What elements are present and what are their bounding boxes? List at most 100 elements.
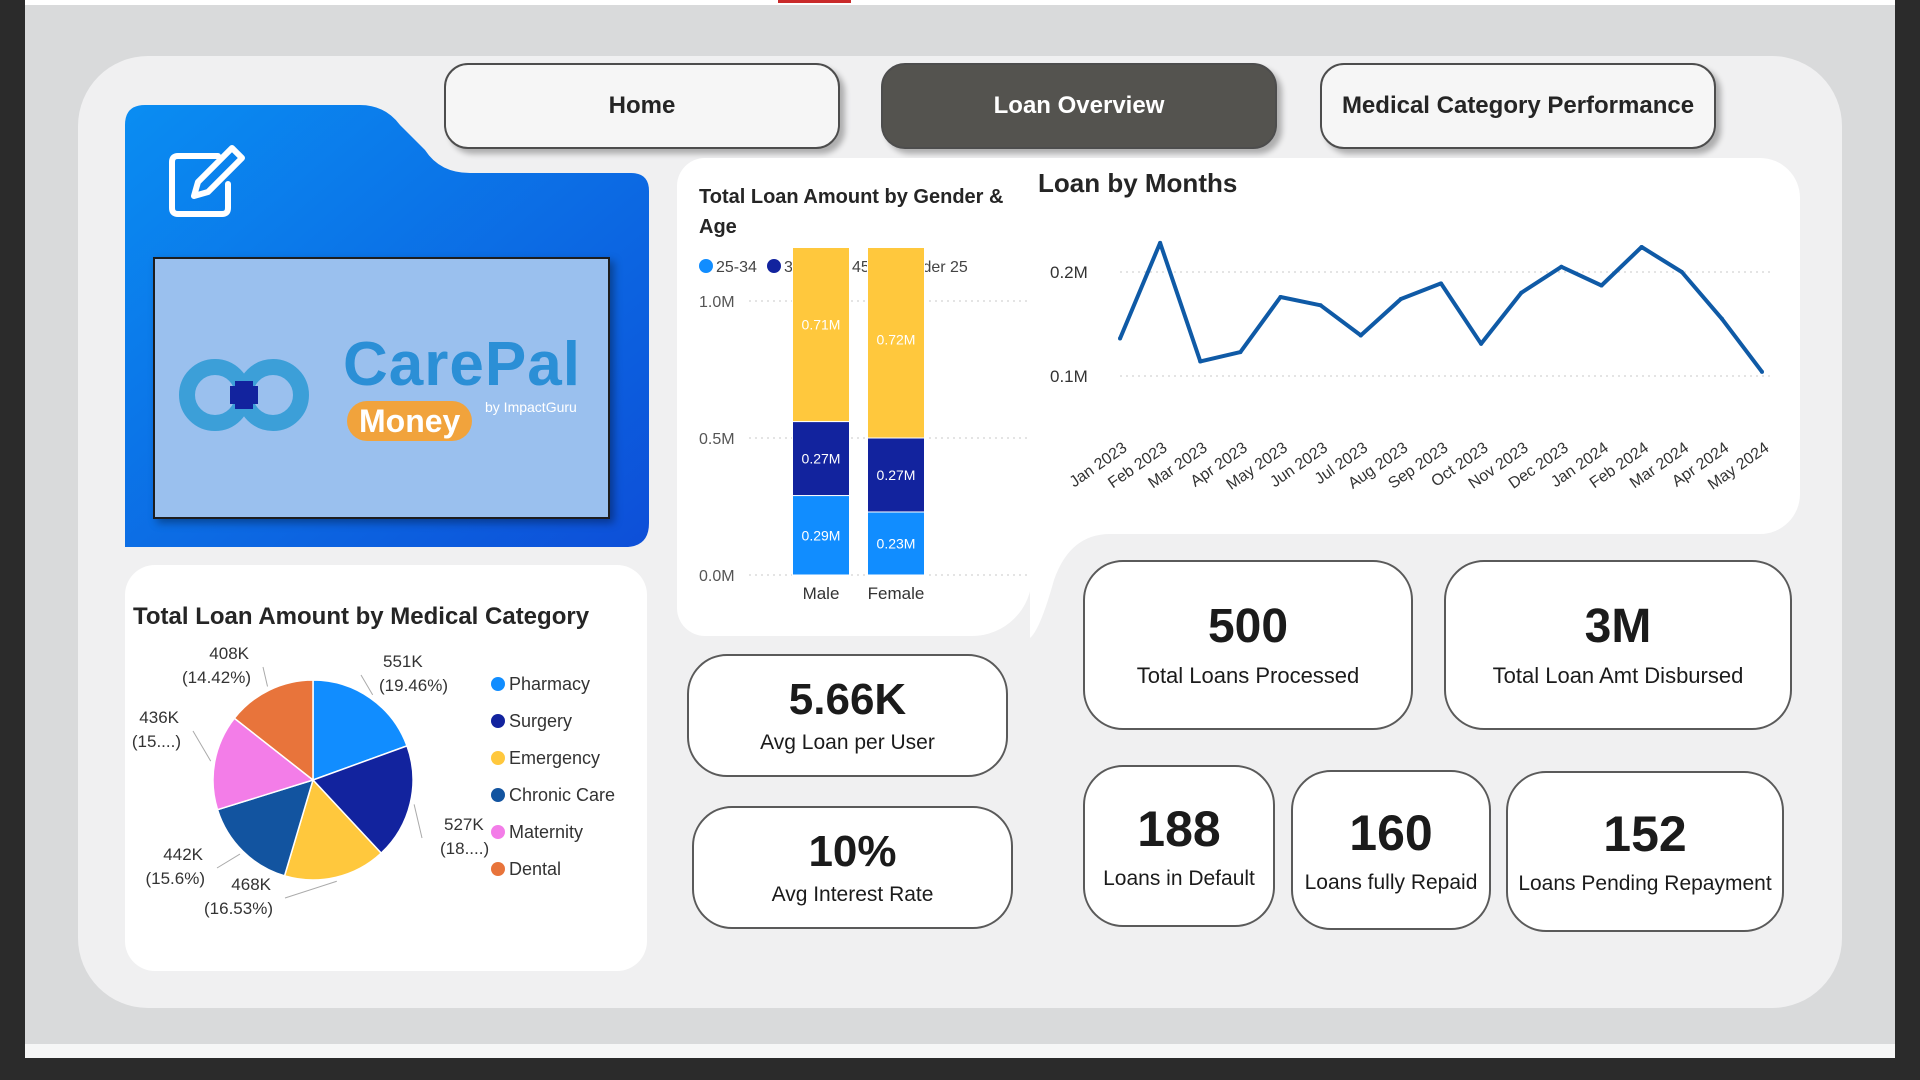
bar-data-label: 0.29M — [802, 527, 841, 543]
line-point[interactable] — [1198, 359, 1203, 364]
pie-value-label: 442K — [163, 845, 203, 864]
pie-legend-dot — [491, 825, 505, 839]
line-point[interactable] — [1358, 333, 1363, 338]
bar-ytick: 1.0M — [699, 294, 735, 311]
line-point[interactable] — [1278, 294, 1283, 299]
kpi-total-loans-value: 500 — [1207, 599, 1289, 653]
kpi-avg-rate-label: Avg Interest Rate — [771, 882, 934, 906]
pie-legend-dot — [491, 751, 505, 765]
line-series[interactable] — [1118, 240, 1764, 374]
pie-legend-dot — [491, 788, 505, 802]
pie-legend-dot — [491, 862, 505, 876]
carepal-logo: CarePal by ImpactGuru Money — [153, 257, 610, 519]
line-ytick: 0.2M — [1050, 263, 1088, 282]
pie-legend-dot — [491, 677, 505, 691]
loan-overview-button[interactable]: Loan Overview — [881, 63, 1277, 149]
pie-leader-line — [262, 666, 269, 687]
bar-legend-dot — [699, 259, 713, 273]
pie-pct-label: (15.6%) — [145, 869, 205, 888]
line-point[interactable] — [1559, 264, 1564, 269]
kpi-default: 188 Loans in Default — [1083, 765, 1275, 927]
line-title: Loan by Months — [1038, 168, 1238, 198]
edit-icon[interactable] — [166, 140, 246, 220]
kpi-total-loans: 500 Total Loans Processed — [1083, 560, 1413, 730]
line-point[interactable] — [1158, 240, 1163, 245]
line-point[interactable] — [1439, 281, 1443, 286]
bar-data-label: 0.72M — [877, 331, 916, 347]
line-chart: 0.1M0.2MJan 2023Feb 2023Mar 2023Apr 2023… — [1050, 240, 1772, 494]
line-point[interactable] — [1719, 316, 1724, 321]
pie-title: Total Loan Amount by Medical Category — [133, 603, 590, 630]
line-point[interactable] — [1318, 303, 1323, 308]
kpi-repaid-value: 160 — [1349, 804, 1433, 861]
bar-data-label: 0.27M — [802, 451, 841, 467]
bottom-strip — [25, 1044, 1895, 1058]
kpi-total-amt: 3M Total Loan Amt Disbursed — [1444, 560, 1792, 730]
bar-legend-label[interactable]: 25-34 — [716, 259, 757, 276]
kpi-pending: 152 Loans Pending Repayment — [1506, 771, 1784, 932]
pie-value-label: 527K — [444, 815, 484, 834]
kpi-repaid: 160 Loans fully Repaid — [1291, 770, 1491, 930]
pie-leader-line — [284, 880, 337, 899]
line-point[interactable] — [1519, 290, 1524, 295]
pie-leader-line — [413, 804, 423, 839]
pie-chart: 551K (19.46%) 527K (18....) 468K (16.53%) 442K… — [132, 644, 615, 918]
line-point[interactable] — [1599, 283, 1604, 288]
pie-legend-label[interactable]: Pharmacy — [509, 674, 590, 694]
pie-legend-label[interactable]: Dental — [509, 859, 561, 879]
pie-legend-dot — [491, 714, 505, 728]
kpi-total-loans-label: Total Loans Processed — [1136, 663, 1360, 689]
line-point[interactable] — [1479, 341, 1484, 346]
pie-pct-label: (15....) — [132, 732, 181, 751]
bar-ytick: 0.5M — [699, 431, 735, 448]
pie-leader-line — [192, 730, 212, 762]
kpi-avg-loan-value: 5.66K — [788, 675, 907, 725]
line-point[interactable] — [1639, 245, 1644, 250]
pie-pct-label: (18....) — [440, 839, 489, 858]
pie-value-label: 436K — [139, 708, 179, 727]
line-ytick: 0.1M — [1050, 367, 1088, 386]
kpi-pending-label: Loans Pending Repayment — [1518, 872, 1772, 895]
brand-name: CarePal — [343, 330, 581, 399]
kpi-pending-value: 152 — [1603, 806, 1687, 862]
pie-leader-line — [360, 674, 374, 696]
bar-title: Total Loan Amount by Gender & Age — [699, 186, 1004, 238]
kpi-avg-rate-value: 10% — [808, 827, 897, 877]
line-point[interactable] — [1238, 350, 1243, 355]
pie-legend-label[interactable]: Chronic Care — [509, 785, 615, 805]
pie-leader-line — [216, 853, 241, 869]
bar-xtick: Female — [868, 584, 925, 603]
bar-ytick: 0.0M — [699, 568, 735, 585]
bar-chart: 25-3435-4445+Under 250.0M0.5M1.0M1.5M2.0… — [699, 248, 1027, 603]
kpi-repaid-label: Loans fully Repaid — [1304, 870, 1478, 894]
pie-legend-label[interactable]: Maternity — [509, 822, 583, 842]
bar-legend-dot — [767, 259, 781, 273]
pie-pct-label: (19.46%) — [379, 676, 448, 695]
bar-data-label: 0.71M — [802, 316, 841, 332]
brand-money: Money — [347, 401, 473, 441]
pie-legend-label[interactable]: Surgery — [509, 711, 572, 731]
pie-value-label: 551K — [383, 652, 423, 671]
bar-segment[interactable] — [792, 248, 850, 423]
kpi-default-value: 188 — [1137, 800, 1221, 857]
medical-category-button[interactable]: Medical Category Performance — [1320, 63, 1716, 149]
bar-xtick: Male — [803, 584, 840, 603]
pie-value-label: 408K — [209, 644, 249, 663]
pie-value-label: 468K — [231, 875, 271, 894]
page-indicator — [778, 0, 851, 3]
pie-legend-label[interactable]: Emergency — [509, 748, 600, 768]
line-point[interactable] — [1679, 270, 1684, 274]
kpi-total-amt-value: 3M — [1584, 599, 1652, 653]
kpi-avg-rate: 10% Avg Interest Rate — [692, 806, 1013, 929]
kpi-avg-loan-label: Avg Loan per User — [760, 730, 935, 754]
bar-data-label: 0.27M — [877, 467, 916, 483]
brand-sub: by ImpactGuru — [485, 399, 577, 415]
pie-pct-label: (16.53%) — [204, 899, 273, 918]
line-point[interactable] — [1398, 297, 1403, 302]
bar-data-label: 0.23M — [877, 535, 916, 551]
pie-pct-label: (14.42%) — [182, 668, 251, 687]
line-point[interactable] — [1760, 369, 1764, 374]
kpi-total-amt-label: Total Loan Amt Disbursed — [1492, 663, 1744, 689]
top-border — [25, 0, 1895, 5]
line-point[interactable] — [1118, 336, 1122, 341]
